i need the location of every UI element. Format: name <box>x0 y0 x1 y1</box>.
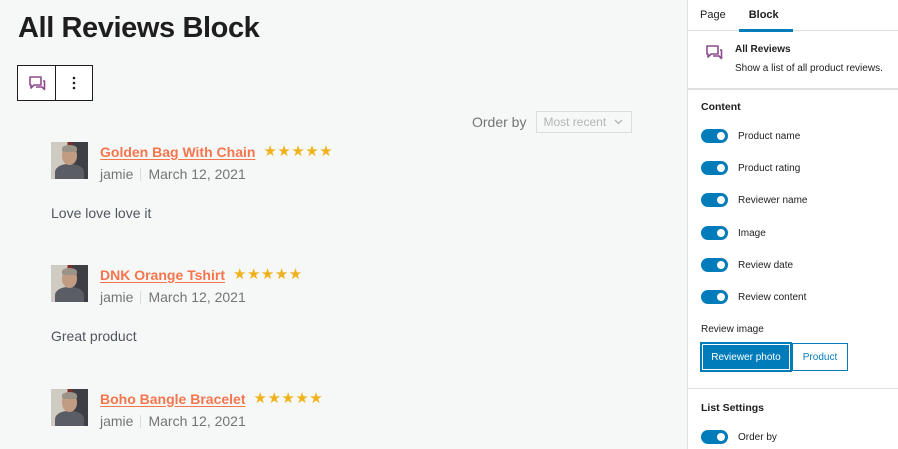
review-content: Love love love it <box>51 205 152 221</box>
meta-divider <box>140 414 142 428</box>
order-by-value: Most recent <box>543 115 607 129</box>
panel-divider <box>688 89 898 90</box>
review-image-toggle-group: Reviewer photo Product <box>701 343 848 371</box>
toggle-switch[interactable] <box>701 129 728 143</box>
block-card: All Reviews Show a list of all product r… <box>688 31 898 89</box>
panel-divider <box>688 388 898 389</box>
reviewer-photo-button[interactable]: Reviewer photo <box>701 343 791 371</box>
star-icon: ★ <box>319 143 333 160</box>
tab-page[interactable]: Page <box>700 0 726 31</box>
star-icon: ★ <box>277 143 291 160</box>
block-card-description: Show a list of all product reviews. <box>735 63 883 74</box>
toggle-review-content[interactable]: Review content <box>701 290 806 304</box>
settings-sidebar: Page Block All Reviews Show a list of al… <box>687 0 898 449</box>
star-rating: ★ ★ ★ ★ ★ <box>233 267 303 282</box>
toggle-label: Product rating <box>738 162 801 174</box>
review-item: DNK Orange Tshirt ★ ★ ★ ★ ★ jamie March 12, … <box>51 265 611 344</box>
toggle-order-by[interactable]: Order by <box>701 430 777 444</box>
meta-divider <box>140 290 142 304</box>
reviewer-name: jamie <box>100 289 134 305</box>
toggle-label: Reviewer name <box>738 194 808 206</box>
review-item: Golden Bag With Chain ★ ★ ★ ★ ★ jamie March … <box>51 142 611 221</box>
star-icon: ★ <box>291 143 305 160</box>
star-icon: ★ <box>253 390 267 407</box>
star-icon: ★ <box>267 390 281 407</box>
toggle-review-date[interactable]: Review date <box>701 258 793 272</box>
toggle-switch[interactable] <box>701 290 728 304</box>
review-date: March 12, 2021 <box>148 166 246 182</box>
product-name-link[interactable]: Golden Bag With Chain <box>100 144 255 160</box>
block-toolbar <box>17 65 93 101</box>
reviewer-name: jamie <box>100 413 134 429</box>
more-vertical-icon <box>72 76 76 90</box>
reviewer-name: jamie <box>100 166 134 182</box>
toggle-switch[interactable] <box>701 193 728 207</box>
tab-block[interactable]: Block <box>738 0 793 32</box>
editor-canvas: All Reviews Block Order by Most recent G… <box>0 0 687 449</box>
toggle-label: Review date <box>738 259 794 271</box>
star-rating: ★ ★ ★ ★ ★ <box>263 144 333 159</box>
reviewer-avatar <box>51 142 88 179</box>
meta-divider <box>140 167 142 181</box>
toggle-label: Review content <box>738 291 807 303</box>
toggle-label: Image <box>738 227 766 239</box>
content-panel-heading[interactable]: Content <box>701 101 741 113</box>
star-icon: ★ <box>305 143 319 160</box>
list-settings-panel-heading[interactable]: List Settings <box>701 402 764 414</box>
reviews-icon <box>28 76 45 91</box>
star-icon: ★ <box>288 266 303 283</box>
star-icon: ★ <box>246 266 261 283</box>
toggle-reviewer-name[interactable]: Reviewer name <box>701 193 807 207</box>
star-icon: ★ <box>260 266 275 283</box>
block-type-button[interactable] <box>18 66 55 100</box>
toggle-label: Order by <box>738 431 777 443</box>
toggle-switch[interactable] <box>701 161 728 175</box>
star-icon: ★ <box>295 390 309 407</box>
star-icon: ★ <box>232 266 247 283</box>
order-by-control: Order by Most recent <box>472 111 633 133</box>
toggle-switch[interactable] <box>701 430 728 444</box>
order-by-label: Order by <box>472 114 527 130</box>
toggle-switch[interactable] <box>701 226 728 240</box>
review-date: March 12, 2021 <box>148 289 246 305</box>
star-icon: ★ <box>281 390 295 407</box>
star-icon: ★ <box>274 266 289 283</box>
star-icon: ★ <box>263 143 277 160</box>
review-date: March 12, 2021 <box>148 413 246 429</box>
reviewer-avatar <box>51 389 88 426</box>
block-card-title: All Reviews <box>735 44 791 55</box>
product-image-button[interactable]: Product <box>792 343 848 371</box>
toggle-product-name[interactable]: Product name <box>701 129 800 143</box>
toggle-image[interactable]: Image <box>701 226 766 240</box>
review-content: Great product <box>51 328 137 344</box>
page-title[interactable]: All Reviews Block <box>18 12 260 45</box>
toggle-product-rating[interactable]: Product rating <box>701 161 800 175</box>
star-icon: ★ <box>309 390 323 407</box>
review-item: Boho Bangle Bracelet ★ ★ ★ ★ ★ jamie March 1… <box>51 389 611 429</box>
order-by-select[interactable]: Most recent <box>536 111 633 133</box>
reviewer-avatar <box>51 265 88 302</box>
sidebar-tabs: Page Block <box>688 0 898 32</box>
product-name-link[interactable]: DNK Orange Tshirt <box>100 267 225 283</box>
chevron-down-icon <box>615 119 623 125</box>
review-image-label: Review image <box>701 324 764 335</box>
toggle-switch[interactable] <box>701 258 728 272</box>
toggle-label: Product name <box>738 130 801 142</box>
reviews-icon <box>706 45 723 60</box>
star-rating: ★ ★ ★ ★ ★ <box>253 391 323 406</box>
product-name-link[interactable]: Boho Bangle Bracelet <box>100 391 245 407</box>
more-options-button[interactable] <box>55 66 92 100</box>
